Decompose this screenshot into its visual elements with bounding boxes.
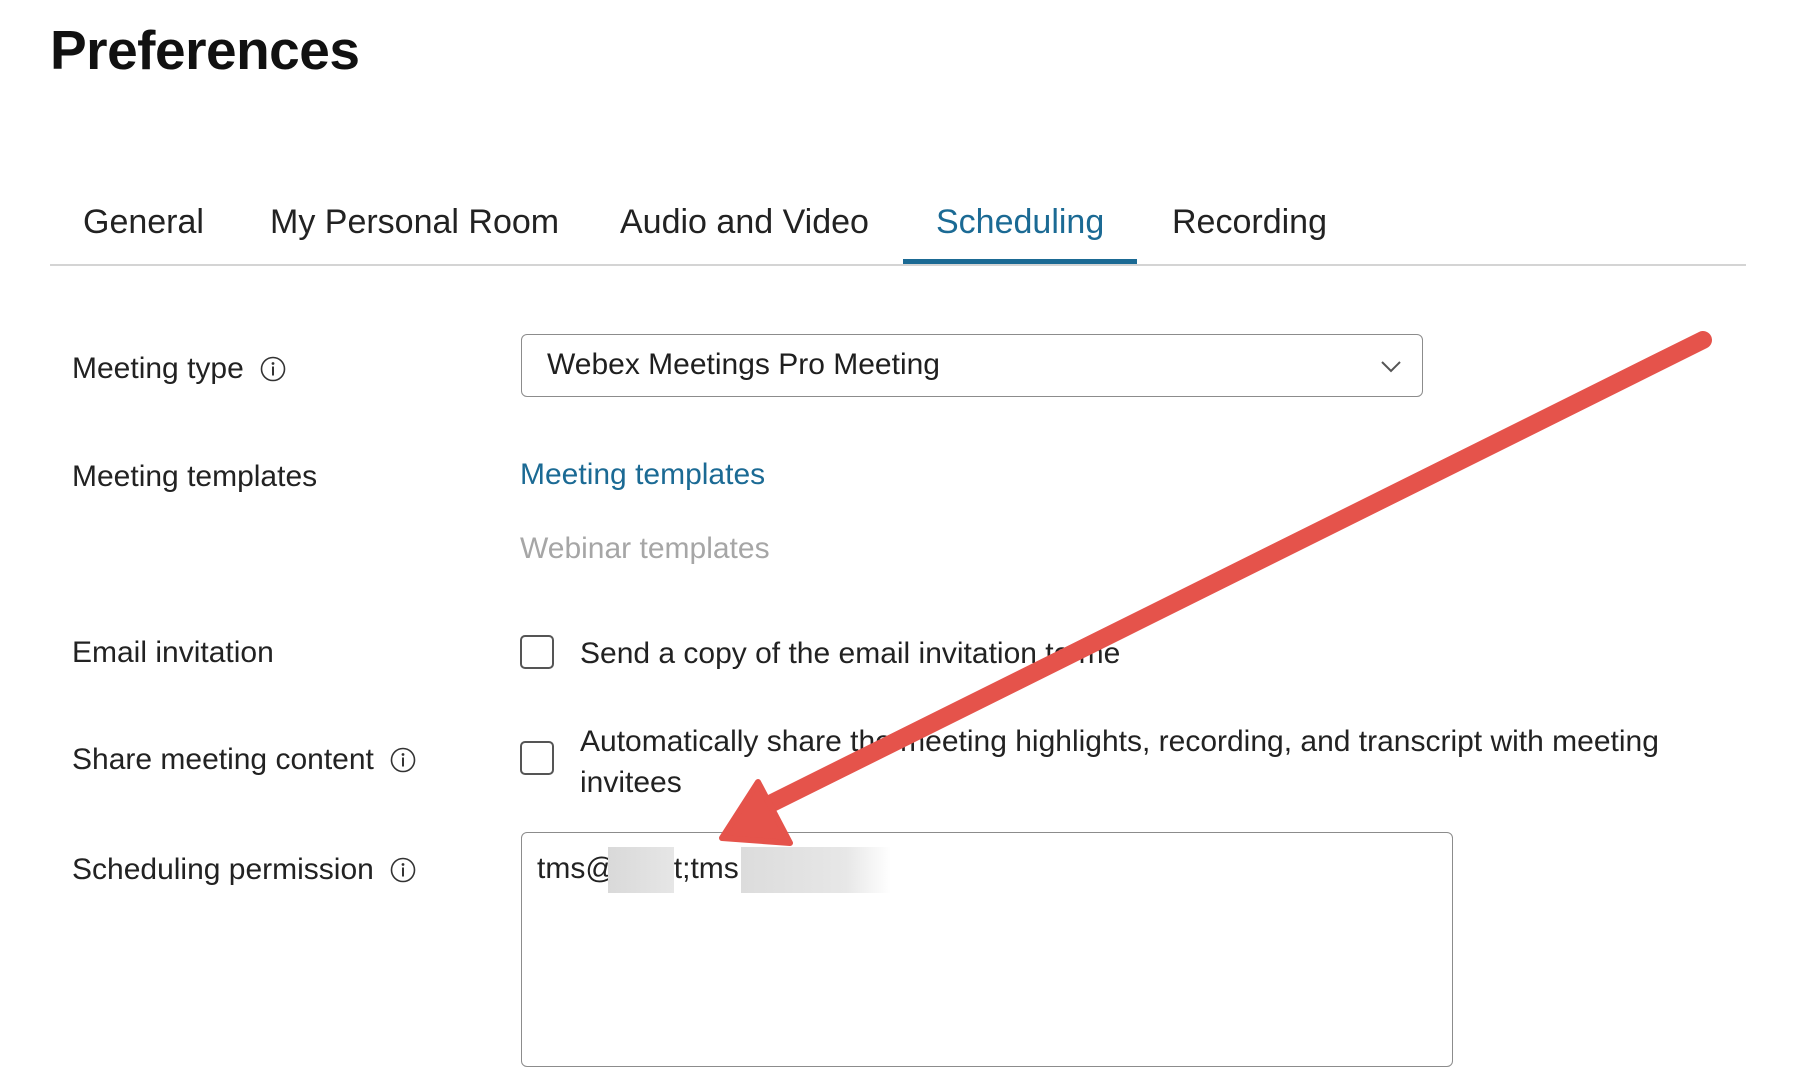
email-invitation-checkbox-label: Send a copy of the email invitation to m… <box>580 637 1121 670</box>
email-invitation-label-text: Email invitation <box>72 636 274 669</box>
tab-bar: General My Personal Room Audio and Video… <box>50 192 1746 266</box>
scheduling-permission-value-start: tms@ <box>537 851 616 885</box>
meeting-templates-link[interactable]: Meeting templates <box>520 458 765 492</box>
share-meeting-content-label-text: Share meeting content <box>72 743 374 776</box>
scheduling-permission-label-text: Scheduling permission <box>72 853 374 886</box>
tab-my-personal-room[interactable]: My Personal Room <box>237 202 592 262</box>
webinar-templates-link: Webinar templates <box>520 532 770 565</box>
scheduling-permission-label: Scheduling permission <box>72 853 416 887</box>
meeting-templates-label: Meeting templates <box>72 460 317 494</box>
meeting-type-label-text: Meeting type <box>72 352 244 385</box>
share-meeting-content-checkbox-label: Automatically share the meeting highligh… <box>580 721 1659 803</box>
meeting-type-label: Meeting type <box>72 352 286 386</box>
scheduling-permission-value-mid: t;tms <box>673 851 739 885</box>
email-invitation-label: Email invitation <box>72 636 274 670</box>
info-circle-icon[interactable] <box>390 857 416 883</box>
tab-audio-and-video[interactable]: Audio and Video <box>587 202 902 262</box>
tab-general[interactable]: General <box>50 202 237 262</box>
share-meeting-content-checkbox[interactable] <box>520 741 554 775</box>
meeting-templates-label-text: Meeting templates <box>72 460 318 493</box>
redacted-block <box>607 847 674 893</box>
share-meeting-content-text-line1: Automatically share the meeting highligh… <box>580 725 1659 758</box>
page-title: Preferences <box>50 19 360 81</box>
redacted-block <box>740 847 891 893</box>
scheduling-permission-textarea[interactable]: tms@ t;tms <box>521 832 1453 1067</box>
share-meeting-content-label: Share meeting content <box>72 743 416 777</box>
tab-recording[interactable]: Recording <box>1139 202 1360 262</box>
share-meeting-content-text-line2: invitees <box>580 766 682 799</box>
info-circle-icon[interactable] <box>260 356 286 382</box>
chevron-down-icon <box>1381 361 1401 373</box>
tab-scheduling[interactable]: Scheduling <box>903 202 1138 264</box>
email-invitation-checkbox[interactable] <box>520 635 554 669</box>
meeting-type-dropdown[interactable]: Webex Meetings Pro Meeting <box>521 334 1423 397</box>
meeting-type-value: Webex Meetings Pro Meeting <box>547 348 940 381</box>
info-circle-icon[interactable] <box>390 747 416 773</box>
